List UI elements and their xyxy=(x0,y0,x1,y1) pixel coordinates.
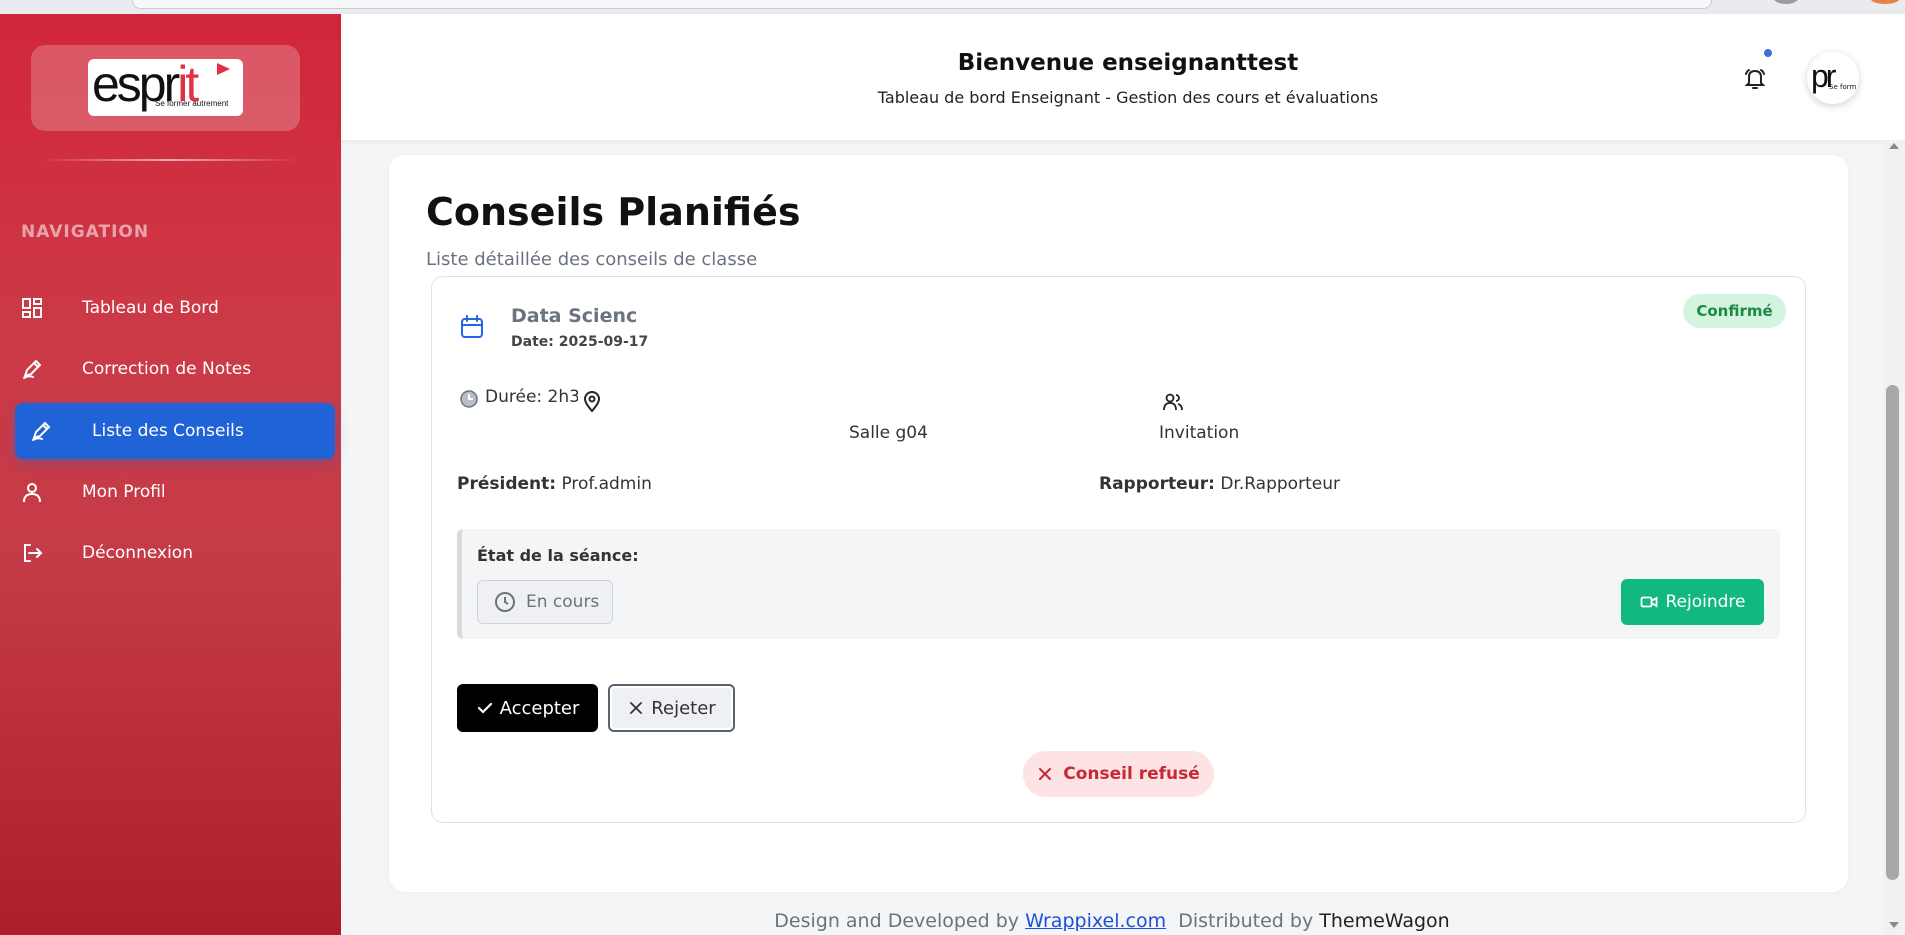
close-icon xyxy=(627,699,645,717)
footer-link-wrappixel[interactable]: Wrappixel.com xyxy=(1025,910,1166,932)
sidebar-item-label: Liste des Conseils xyxy=(92,421,244,441)
sidebar-item-label: Correction de Notes xyxy=(82,359,252,379)
sidebar-item-label: Mon Profil xyxy=(82,482,166,502)
footer-brand: ThemeWagon xyxy=(1319,910,1450,932)
calendar-icon xyxy=(459,314,485,340)
session-state-panel xyxy=(457,529,1780,639)
footer: Design and Developed by Wrappixel.com Di… xyxy=(774,910,1450,932)
participants-text: Invitation xyxy=(1159,423,1240,443)
conseil-title: Data Scienc xyxy=(511,305,638,327)
sidebar-item-label: Tableau de Bord xyxy=(82,298,219,318)
user-icon xyxy=(21,481,43,503)
dashboard-subtitle: Tableau de bord Enseignant - Gestion des… xyxy=(877,88,1379,107)
clock-icon xyxy=(494,591,516,613)
users-icon xyxy=(1163,392,1183,412)
sidebar-item-correction-de-notes[interactable]: Correction de Notes xyxy=(15,341,335,397)
browser-profile-icon[interactable] xyxy=(1773,0,1799,4)
refused-status-badge: Conseil refusé xyxy=(1023,751,1214,797)
address-bar[interactable] xyxy=(132,0,1712,9)
browser-toolbar xyxy=(0,0,1905,14)
video-camera-icon xyxy=(1640,593,1658,611)
notification-dot xyxy=(1764,49,1772,57)
salle-text: Salle g04 xyxy=(849,423,928,443)
nav-heading: NAVIGATION xyxy=(21,222,150,242)
check-icon xyxy=(476,699,494,717)
pencil-icon xyxy=(30,420,52,442)
close-icon xyxy=(1037,766,1053,782)
top-header: Bienvenue enseignanttest Tableau de bord… xyxy=(341,14,1905,140)
pencil-icon xyxy=(21,358,43,380)
sidebar-item-label: Déconnexion xyxy=(82,543,193,563)
bell-icon[interactable] xyxy=(1742,66,1768,92)
page-title: Conseils Planifiés xyxy=(426,190,801,234)
scroll-up-arrow-icon[interactable] xyxy=(1889,143,1899,149)
esprit-logo[interactable]: esprit Se former autrement xyxy=(88,56,243,116)
sidebar-item-mon-profil[interactable]: Mon Profil xyxy=(15,464,335,520)
sidebar-item-deconnexion[interactable]: Déconnexion xyxy=(15,525,335,581)
accept-button[interactable]: Accepter xyxy=(457,684,598,732)
dashboard-icon xyxy=(21,297,43,319)
location-pin-icon xyxy=(582,391,602,413)
browser-extension-icon[interactable] xyxy=(1870,0,1900,4)
president-field: Président: Prof.admin xyxy=(457,474,652,494)
session-state-indicator: En cours xyxy=(477,580,613,624)
logo-container: esprit Se former autrement xyxy=(31,45,300,131)
avatar[interactable]: pr Se form xyxy=(1807,52,1859,104)
status-badge: Confirmé xyxy=(1683,294,1786,328)
duree-text: Durée: 2h30 xyxy=(485,387,578,407)
logout-icon xyxy=(21,542,43,564)
join-button[interactable]: Rejoindre xyxy=(1621,579,1764,625)
clock-icon xyxy=(459,389,479,409)
session-state-label: État de la séance: xyxy=(477,546,639,565)
page-subtitle: Liste détaillée des conseils de classe xyxy=(426,249,758,270)
sidebar-item-liste-des-conseils[interactable]: Liste des Conseils xyxy=(15,403,335,459)
reject-button[interactable]: Rejeter xyxy=(608,684,735,732)
logo-flag-icon xyxy=(217,63,230,75)
duree-container: Durée: 2h30 xyxy=(485,387,578,411)
rapporteur-field: Rapporteur: Dr.Rapporteur xyxy=(1099,474,1340,494)
conseil-date: Date: 2025-09-17 xyxy=(511,334,649,350)
sidebar-divider xyxy=(40,159,300,161)
scrollbar-thumb[interactable] xyxy=(1886,385,1899,880)
scroll-down-arrow-icon[interactable] xyxy=(1889,922,1899,928)
sidebar-item-tableau-de-bord[interactable]: Tableau de Bord xyxy=(15,280,335,336)
welcome-title: Bienvenue enseignanttest xyxy=(957,50,1299,76)
